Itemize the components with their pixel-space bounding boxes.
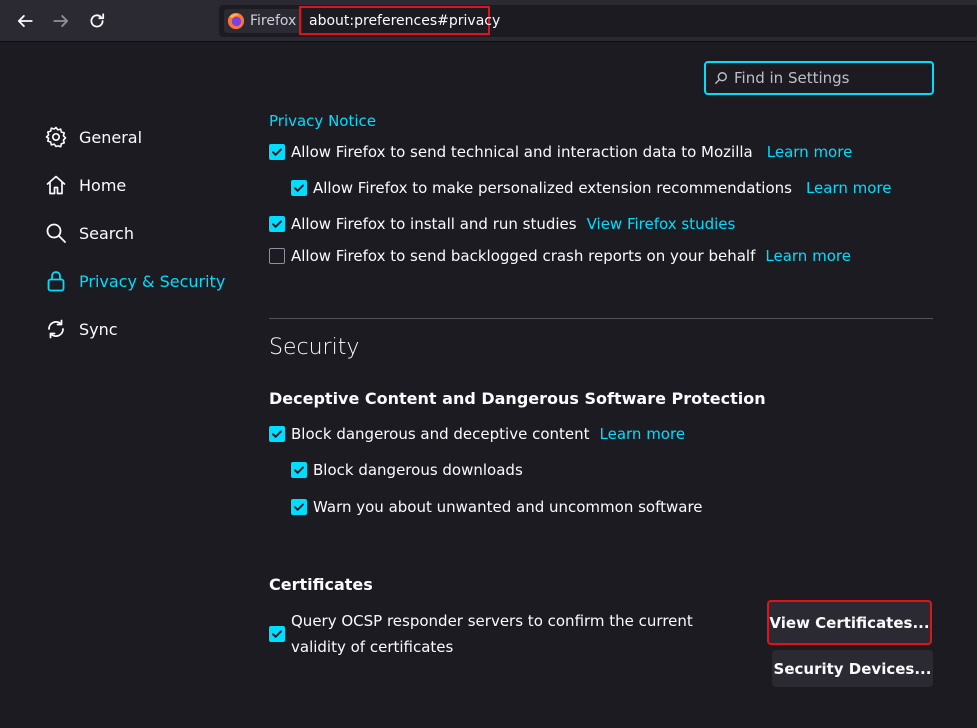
checkbox-label: Query OCSP responder servers to confirm … xyxy=(291,612,693,656)
checkbox-label: Allow Firefox to make personalized exten… xyxy=(313,179,792,197)
privacy-notice-link[interactable]: Privacy Notice xyxy=(269,112,376,130)
checkbox-label: Block dangerous and deceptive content xyxy=(291,425,590,443)
checkbox-row-block-downloads[interactable]: Block dangerous downloads xyxy=(291,458,523,482)
learn-more-link[interactable]: Learn more xyxy=(765,247,851,265)
checkbox-checked[interactable] xyxy=(291,180,307,196)
checkbox-row-ocsp[interactable]: Query OCSP responder servers to confirm … xyxy=(269,608,749,660)
checkbox-label: Block dangerous downloads xyxy=(313,461,523,479)
checkbox-row-studies[interactable]: Allow Firefox to install and run studies… xyxy=(269,212,735,236)
learn-more-link[interactable]: Learn more xyxy=(806,179,892,197)
checkbox-checked[interactable] xyxy=(269,426,285,442)
back-arrow-icon xyxy=(17,15,33,27)
checkbox-row-block-deceptive[interactable]: Block dangerous and deceptive content Le… xyxy=(269,422,685,446)
firefox-logo-icon xyxy=(227,12,245,30)
navigation-toolbar: Firefox about:preferences#privacy xyxy=(0,0,977,42)
checkmark-icon xyxy=(272,630,282,638)
learn-more-link[interactable]: Learn more xyxy=(767,143,853,161)
identity-label: Firefox xyxy=(250,13,297,29)
checkbox-checked[interactable] xyxy=(291,499,307,515)
certificates-heading: Certificates xyxy=(269,575,373,594)
checkbox-label: Allow Firefox to install and run studies xyxy=(291,215,577,233)
security-section-title: Security xyxy=(269,335,360,360)
checkmark-icon xyxy=(294,466,304,474)
checkbox-unchecked[interactable] xyxy=(269,248,285,264)
checkbox-checked[interactable] xyxy=(269,216,285,232)
view-certificates-button[interactable]: View Certificates... xyxy=(767,600,932,645)
view-firefox-studies-link[interactable]: View Firefox studies xyxy=(587,215,736,233)
back-button[interactable] xyxy=(11,7,39,35)
deceptive-content-heading: Deceptive Content and Dangerous Software… xyxy=(269,389,766,408)
checkbox-row-technical-data[interactable]: Allow Firefox to send technical and inte… xyxy=(269,140,852,164)
checkbox-checked[interactable] xyxy=(291,462,307,478)
learn-more-link[interactable]: Learn more xyxy=(600,425,686,443)
checkmark-icon xyxy=(272,430,282,438)
reload-button[interactable] xyxy=(83,7,111,35)
checkbox-checked[interactable] xyxy=(269,626,285,642)
forward-button[interactable] xyxy=(47,7,75,35)
url-bar[interactable]: Firefox about:preferences#privacy xyxy=(219,5,977,37)
checkmark-icon xyxy=(294,184,304,192)
forward-arrow-icon xyxy=(53,15,69,27)
security-devices-button[interactable]: Security Devices... xyxy=(772,650,933,687)
checkbox-row-extension-recommendations[interactable]: Allow Firefox to make personalized exten… xyxy=(291,176,892,200)
checkmark-icon xyxy=(294,503,304,511)
reload-icon xyxy=(90,13,105,28)
identity-box[interactable]: Firefox xyxy=(224,9,303,33)
url-text[interactable]: about:preferences#privacy xyxy=(299,6,500,35)
checkmark-icon xyxy=(272,220,282,228)
checkbox-checked[interactable] xyxy=(269,144,285,160)
checkmark-icon xyxy=(272,148,282,156)
checkbox-row-crash-reports[interactable]: Allow Firefox to send backlogged crash r… xyxy=(269,244,851,268)
section-divider xyxy=(269,318,933,319)
checkbox-label: Allow Firefox to send backlogged crash r… xyxy=(291,247,756,265)
checkbox-label: Allow Firefox to send technical and inte… xyxy=(291,143,753,161)
preferences-pane: Privacy Notice Allow Firefox to send tec… xyxy=(0,42,977,728)
checkbox-label: Warn you about unwanted and uncommon sof… xyxy=(313,498,703,516)
checkbox-row-warn-unwanted[interactable]: Warn you about unwanted and uncommon sof… xyxy=(291,495,703,519)
